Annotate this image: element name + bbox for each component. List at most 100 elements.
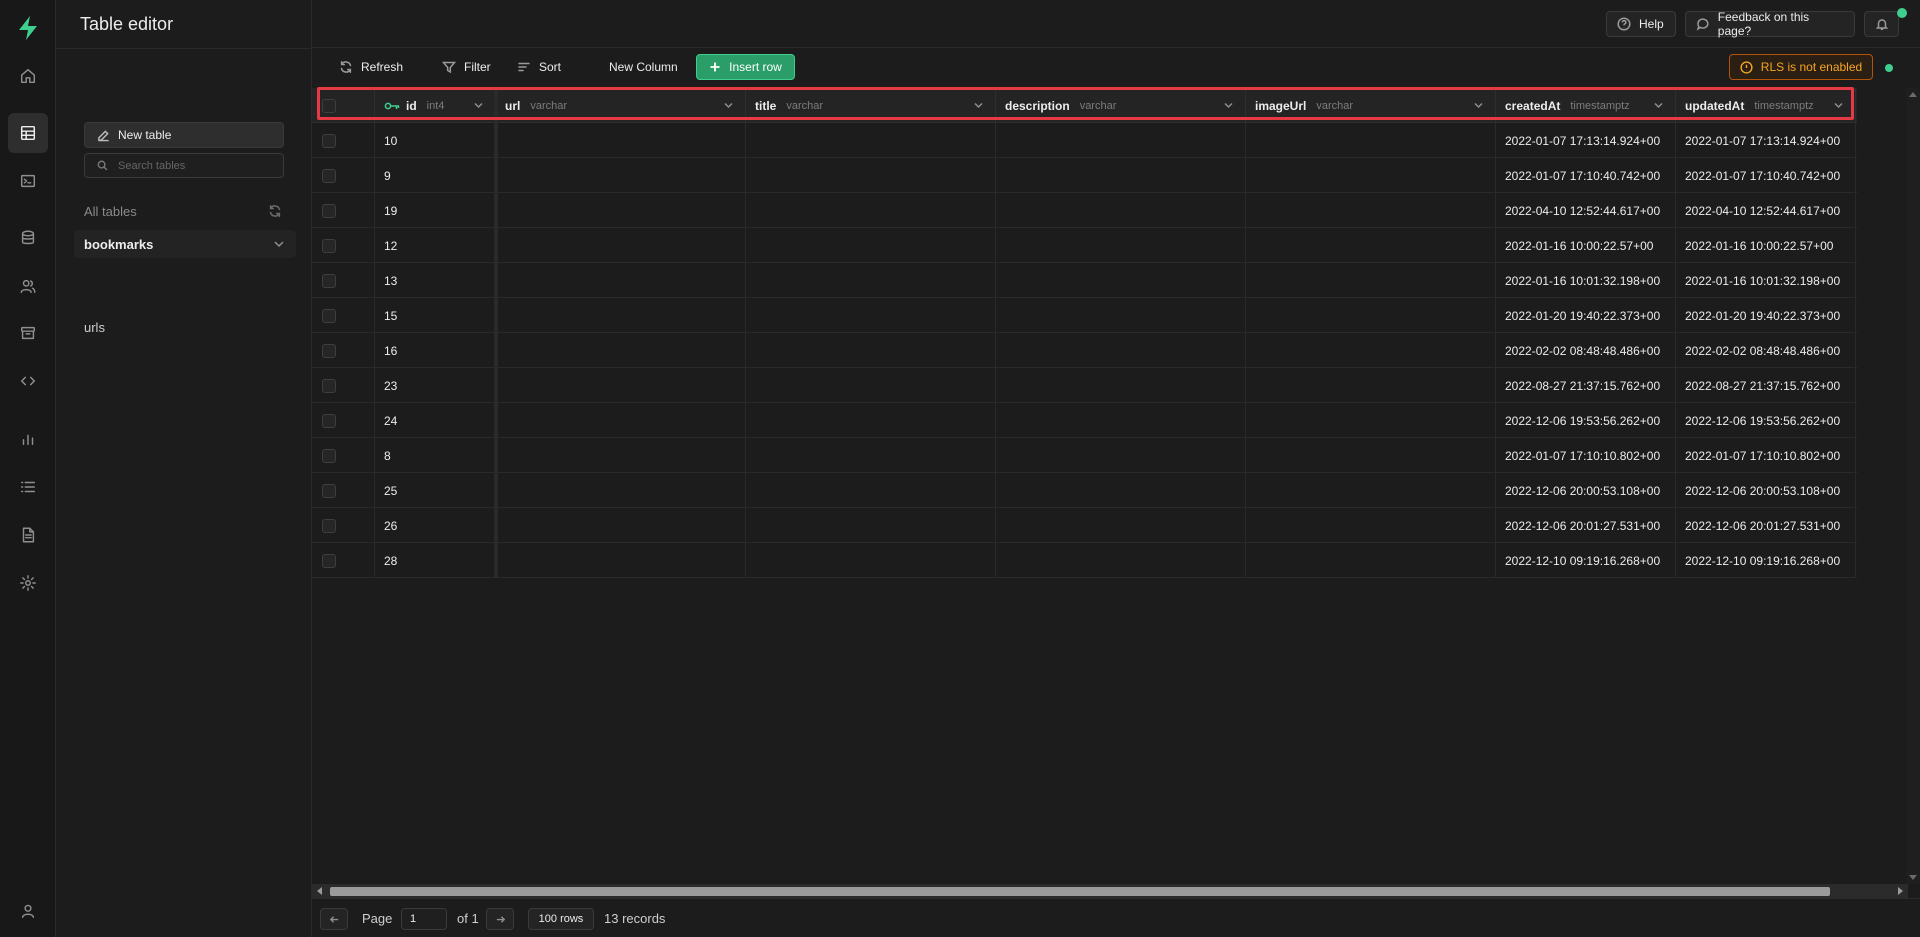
chevron-down-icon[interactable] [1654, 102, 1663, 109]
table-row[interactable]: 12 2022-01-16 10:00:22.57+00 2022-01-16 10… [312, 228, 1857, 263]
table-row[interactable]: 9 2022-01-07 17:10:40.742+00 2022-01-07 17… [312, 158, 1857, 193]
auth-icon[interactable] [8, 266, 48, 306]
scroll-right-icon[interactable] [1898, 887, 1903, 895]
table-cell[interactable]: 2022-08-27 21:37:15.762+00 [1676, 368, 1856, 403]
horizontal-scroll-thumb[interactable] [330, 887, 1830, 896]
table-cell[interactable] [746, 438, 996, 473]
table-row[interactable]: 13 2022-01-16 10:01:32.198+00 2022-01-16 1… [312, 263, 1857, 298]
table-cell[interactable] [746, 228, 996, 263]
column-header-url[interactable]: url varchar [496, 88, 746, 123]
next-page-button[interactable] [486, 908, 514, 930]
chevron-down-icon[interactable] [1834, 102, 1843, 109]
table-cell[interactable]: 2022-01-16 10:00:22.57+00 [1676, 228, 1856, 263]
row-checkbox[interactable] [322, 553, 336, 568]
table-cell[interactable] [746, 333, 996, 368]
table-row[interactable]: 15 2022-01-20 19:40:22.373+00 2022-01-20 1… [312, 298, 1857, 333]
table-cell[interactable] [996, 193, 1246, 228]
notifications-button[interactable] [1864, 11, 1899, 37]
table-cell[interactable]: 2022-08-27 21:37:15.762+00 [1496, 368, 1676, 403]
settings-icon[interactable] [8, 563, 48, 603]
table-cell[interactable] [496, 368, 746, 403]
table-cell[interactable]: 15 [375, 298, 496, 333]
table-cell[interactable] [1246, 438, 1496, 473]
reports-icon[interactable] [8, 419, 48, 459]
table-row[interactable]: 26 2022-12-06 20:01:27.531+00 2022-12-06 2… [312, 508, 1857, 543]
table-cell[interactable] [496, 508, 746, 543]
chevron-down-icon[interactable] [974, 102, 983, 109]
row-checkbox[interactable] [322, 308, 336, 323]
table-cell[interactable] [1246, 473, 1496, 508]
table-cell[interactable]: 2022-01-07 17:13:14.924+00 [1496, 123, 1676, 158]
table-cell[interactable]: 23 [375, 368, 496, 403]
new-column-button[interactable]: New Column [599, 54, 688, 80]
table-cell[interactable]: 13 [375, 263, 496, 298]
table-cell[interactable]: 16 [375, 333, 496, 368]
table-cell[interactable]: 9 [375, 158, 496, 193]
table-cell[interactable] [496, 158, 746, 193]
chevron-down-icon[interactable] [1474, 102, 1483, 109]
table-cell[interactable] [1246, 228, 1496, 263]
table-cell[interactable] [1246, 158, 1496, 193]
table-cell[interactable] [496, 543, 746, 578]
table-cell[interactable] [496, 123, 746, 158]
row-checkbox[interactable] [322, 133, 336, 148]
storage-icon[interactable] [8, 313, 48, 353]
table-row[interactable]: 28 2022-12-10 09:19:16.268+00 2022-12-10 0… [312, 543, 1857, 578]
table-cell[interactable] [1246, 123, 1496, 158]
column-header-createdat[interactable]: createdAt timestamptz [1496, 88, 1676, 123]
logs-icon[interactable] [8, 467, 48, 507]
column-header-id[interactable]: id int4 [375, 88, 496, 123]
sort-button[interactable]: Sort [507, 54, 571, 80]
table-cell[interactable]: 24 [375, 403, 496, 438]
home-icon[interactable] [8, 56, 48, 96]
api-docs-icon[interactable] [8, 515, 48, 555]
table-cell[interactable] [746, 368, 996, 403]
table-cell[interactable] [996, 508, 1246, 543]
row-checkbox[interactable] [322, 378, 336, 393]
search-tables-field[interactable] [84, 153, 284, 178]
table-cell[interactable]: 2022-01-07 17:13:14.924+00 [1676, 123, 1856, 158]
table-cell[interactable] [1246, 263, 1496, 298]
row-checkbox[interactable] [322, 238, 336, 253]
table-cell[interactable] [996, 403, 1246, 438]
row-checkbox[interactable] [322, 203, 336, 218]
column-header-updatedat[interactable]: updatedAt timestamptz [1676, 88, 1856, 123]
table-cell[interactable] [996, 438, 1246, 473]
table-cell[interactable]: 2022-02-02 08:48:48.486+00 [1676, 333, 1856, 368]
table-cell[interactable] [496, 298, 746, 333]
table-cell[interactable] [496, 333, 746, 368]
table-cell[interactable] [996, 473, 1246, 508]
feedback-button[interactable]: Feedback on this page? [1685, 10, 1855, 38]
table-cell[interactable] [1246, 333, 1496, 368]
row-checkbox[interactable] [322, 343, 336, 358]
column-header-description[interactable]: description varchar [996, 88, 1246, 123]
table-row[interactable]: 25 2022-12-06 20:00:53.108+00 2022-12-06 2… [312, 473, 1857, 508]
table-row[interactable]: 8 2022-01-07 17:10:10.802+00 2022-01-07 17… [312, 438, 1857, 473]
table-cell[interactable] [746, 403, 996, 438]
table-cell[interactable] [496, 228, 746, 263]
table-cell[interactable] [746, 193, 996, 228]
table-cell[interactable] [746, 123, 996, 158]
horizontal-scrollbar[interactable] [312, 884, 1908, 898]
table-cell[interactable] [996, 543, 1246, 578]
table-cell[interactable] [996, 263, 1246, 298]
row-checkbox[interactable] [322, 273, 336, 288]
table-cell[interactable]: 2022-12-06 19:53:56.262+00 [1676, 403, 1856, 438]
table-cell[interactable] [746, 508, 996, 543]
row-checkbox[interactable] [322, 448, 336, 463]
table-cell[interactable] [496, 403, 746, 438]
table-cell[interactable]: 2022-01-07 17:10:40.742+00 [1676, 158, 1856, 193]
table-cell[interactable]: 2022-01-07 17:10:40.742+00 [1496, 158, 1676, 193]
chevron-down-icon[interactable] [474, 102, 483, 109]
table-editor-icon[interactable] [8, 113, 48, 153]
table-cell[interactable] [1246, 403, 1496, 438]
table-cell[interactable]: 2022-12-06 19:53:56.262+00 [1496, 403, 1676, 438]
table-cell[interactable] [746, 158, 996, 193]
row-checkbox[interactable] [322, 518, 336, 533]
table-cell[interactable] [996, 158, 1246, 193]
table-cell[interactable]: 2022-01-07 17:10:10.802+00 [1676, 438, 1856, 473]
column-header-imageurl[interactable]: imageUrl varchar [1246, 88, 1496, 123]
table-cell[interactable]: 28 [375, 543, 496, 578]
table-cell[interactable] [1246, 368, 1496, 403]
refresh-tables-icon[interactable] [268, 204, 282, 218]
